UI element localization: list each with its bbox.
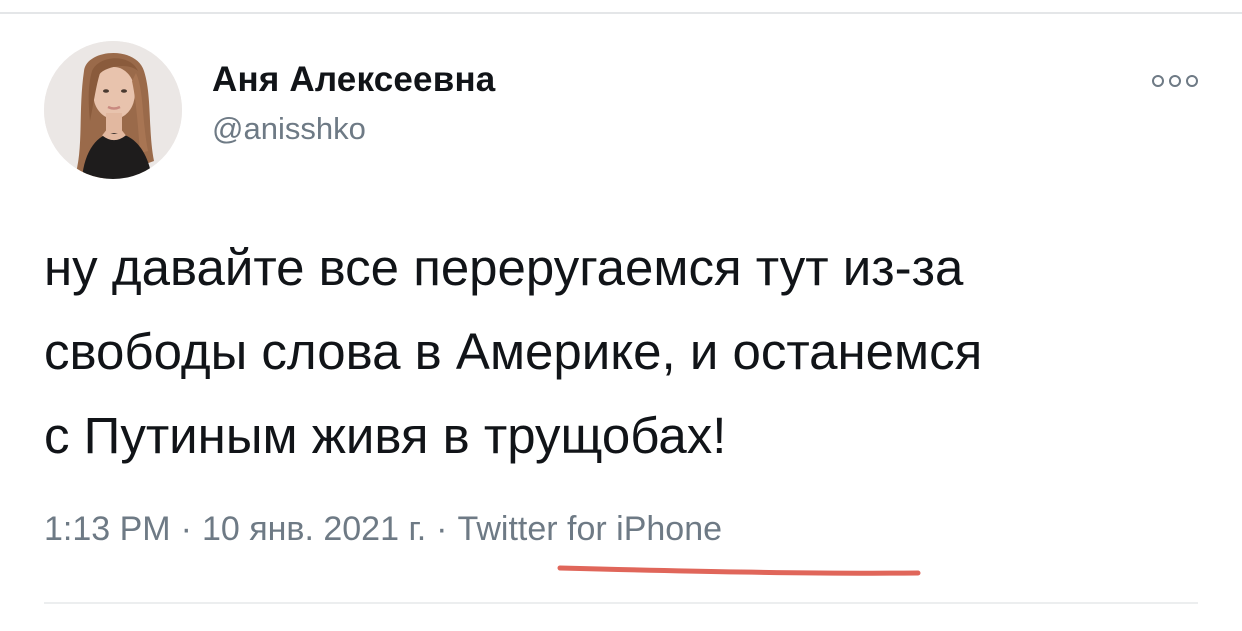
more-options-icon <box>1152 75 1198 87</box>
bottom-divider <box>44 602 1198 604</box>
more-options-button[interactable] <box>1148 65 1202 97</box>
tweet-date[interactable]: 10 янв. 2021 г. <box>202 510 426 549</box>
tweet-metadata: 1:13 PM · 10 янв. 2021 г. · Twitter for iPho… <box>44 510 722 549</box>
tweet-text-line: свободы слова в Америке, и останемся <box>44 323 983 380</box>
top-divider <box>0 12 1242 14</box>
author-display-name[interactable]: Аня Алексеевна <box>212 60 495 100</box>
meta-separator: · <box>180 510 192 548</box>
tweet-text: ну давайте все переругаемся тут из-за св… <box>44 226 1204 478</box>
tweet-source-link[interactable]: Twitter for iPhone <box>457 510 722 549</box>
meta-separator: · <box>436 510 448 548</box>
tweet-time[interactable]: 1:13 PM <box>44 510 171 549</box>
red-underline-annotation <box>557 565 921 576</box>
tweet-text-line: ну давайте все переругаемся тут из-за <box>44 239 964 296</box>
avatar-photo <box>44 41 182 179</box>
author-handle[interactable]: @anisshko <box>212 111 366 147</box>
avatar[interactable] <box>44 41 182 179</box>
tweet-text-line: с Путиным живя в трущобах! <box>44 407 727 464</box>
